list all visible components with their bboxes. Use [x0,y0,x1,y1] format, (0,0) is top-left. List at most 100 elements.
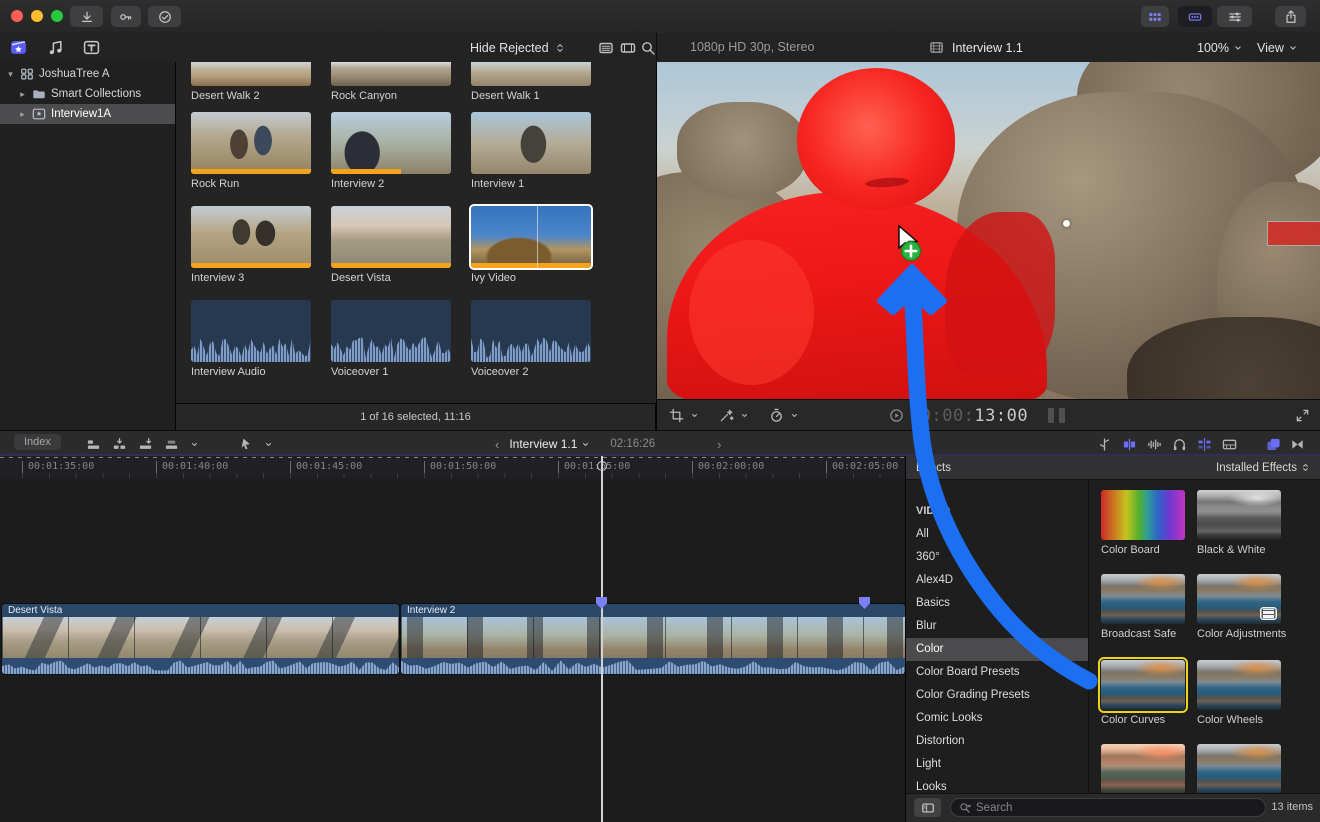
skimming-icon[interactable] [1097,437,1112,452]
clip-name-label: Interview 3 [191,272,244,284]
show-timeline-button[interactable] [1178,6,1212,27]
disclosure-closed-icon[interactable]: ▸ [18,89,27,100]
audio-clip-interview-audio[interactable] [191,300,311,362]
snapping-icon[interactable] [1197,437,1212,452]
viewer-zoom-menu[interactable]: 100% [1197,33,1243,62]
onscreen-control-dot[interactable] [1063,220,1070,227]
clip-name-label: Ivy Video [471,272,516,284]
effect-color-curves[interactable] [1101,660,1185,710]
audio-clip-voiceover-2[interactable] [471,300,591,362]
video-clip-desert-vista[interactable] [331,206,451,268]
video-clip-interview-3[interactable] [191,206,311,268]
effects-category-basics[interactable]: Basics [906,592,1088,615]
show-sound-browser-icon[interactable] [47,39,64,56]
timeline[interactable]: 00:01:35:0000:01:40:0000:01:45:0000:01:5… [0,456,905,822]
audio-meters[interactable] [1048,408,1065,423]
effects-category-color-grading-presets[interactable]: Color Grading Presets [906,684,1088,707]
select-tool-icon[interactable] [239,437,253,451]
effects-category-alex4d[interactable]: Alex4D [906,569,1088,592]
solo-icon[interactable] [1147,437,1162,452]
video-clip-rock-canyon[interactable] [331,62,451,86]
index-button[interactable]: Index [14,434,61,450]
import-media-button[interactable] [70,6,103,27]
download-icon [80,10,94,24]
retime-icon[interactable] [769,408,784,423]
media-panel-toggle-button[interactable] [914,798,941,817]
crop-icon[interactable] [669,408,684,423]
effects-category-all[interactable]: All [906,523,1088,546]
clip-filtering-icon[interactable] [598,40,614,56]
show-inspector-button[interactable] [1217,6,1252,27]
back-arrow[interactable]: ‹ [495,437,499,452]
effect-color-wheels[interactable] [1197,660,1281,710]
effects-category-looks[interactable]: Looks [906,776,1088,794]
video-clip-rock-run[interactable] [191,112,311,174]
video-clip-interview-2[interactable] [331,112,451,174]
effects-category-light[interactable]: Light [906,753,1088,776]
chevron-down-icon[interactable] [190,440,199,449]
sidebar-item-joshuatree-a[interactable]: ▾JoshuaTree A [0,64,175,84]
append-edit-icon[interactable] [138,437,153,452]
effects-category-distortion[interactable]: Distortion [906,730,1088,753]
effect-broadcast-safe[interactable] [1101,574,1185,624]
timeline-clip-desert-vista[interactable]: Desert Vista [2,604,399,674]
insert-edit-icon[interactable] [112,437,127,452]
disclosure-closed-icon[interactable]: ▸ [18,109,27,120]
show-events-browser-icon[interactable] [10,39,27,56]
search-icon[interactable] [640,40,656,56]
fullscreen-icon[interactable] [1295,408,1310,423]
video-clip-desert-walk-2[interactable] [191,62,311,86]
clip-filter-popup[interactable]: Hide Rejected [470,33,565,62]
viewer-view-menu[interactable]: View [1257,33,1298,62]
clip-appearance-icon[interactable] [620,40,636,56]
close-window-button[interactable] [11,10,23,22]
audio-monitor-icon[interactable] [1172,437,1187,452]
minimize-window-button[interactable] [31,10,43,22]
video-clip-ivy-video[interactable] [471,206,591,268]
timeline-clip-interview-2[interactable]: Interview 2 [401,604,905,674]
show-titles-browser-icon[interactable] [83,39,100,56]
clip-appearance-icon[interactable] [1222,437,1237,452]
transitions-browser-icon[interactable] [1290,437,1305,452]
sidebar-item-label: Interview1A [51,108,111,120]
connect-edit-icon[interactable] [86,437,101,452]
share-button[interactable] [1275,6,1306,27]
show-browser-button[interactable] [1141,6,1169,27]
effects-category-360-[interactable]: 360° [906,546,1088,569]
project-menu[interactable]: Interview 1.1 [509,437,590,451]
video-clip-interview-1[interactable] [471,112,591,174]
keyword-editor-button[interactable] [111,6,141,27]
playhead[interactable] [601,456,603,822]
play-icon[interactable] [889,408,904,423]
forward-arrow[interactable]: › [717,437,721,452]
viewer-timecode: 00:00:13:00 [889,400,1028,431]
effects-category-comic-looks[interactable]: Comic Looks [906,707,1088,730]
overwrite-edit-icon[interactable] [164,437,179,452]
zoom-window-button[interactable] [51,10,63,22]
sidebar-item-interview1a[interactable]: ▸ Interview1A [0,104,175,124]
effect-thumbnail-partial[interactable] [1101,744,1185,794]
effect-color-board[interactable] [1101,490,1185,540]
effect-color-adjustments[interactable] [1197,574,1281,624]
effects-category-color-board-presets[interactable]: Color Board Presets [906,661,1088,684]
effect-black-white[interactable] [1197,490,1281,540]
audio-clip-voiceover-1[interactable] [331,300,451,362]
effects-category-blur[interactable]: Blur [906,615,1088,638]
chevron-down-icon[interactable] [264,440,273,449]
effects-category-color[interactable]: Color [906,638,1088,661]
chevron-down-icon[interactable] [690,411,699,420]
video-clip-desert-walk-1[interactable] [471,62,591,86]
sidebar-item-smart-collections[interactable]: ▸Smart Collections [0,84,175,104]
enhancements-icon[interactable] [719,408,734,423]
chevron-down-icon[interactable] [790,411,799,420]
effects-browser-icon[interactable] [1266,437,1281,452]
chevron-down-icon[interactable] [740,411,749,420]
effects-search-input[interactable]: Search [950,798,1266,817]
timeline-ruler[interactable]: 00:01:35:0000:01:40:0000:01:45:0000:01:5… [0,456,905,479]
effect-thumbnail-partial[interactable] [1197,744,1281,794]
playhead-knob[interactable] [597,461,607,471]
background-tasks-button[interactable] [148,6,181,27]
installed-effects-popup[interactable]: Installed Effects [1216,462,1310,474]
audio-skimming-icon[interactable] [1122,437,1137,452]
disclosure-open-icon[interactable]: ▾ [6,69,15,80]
